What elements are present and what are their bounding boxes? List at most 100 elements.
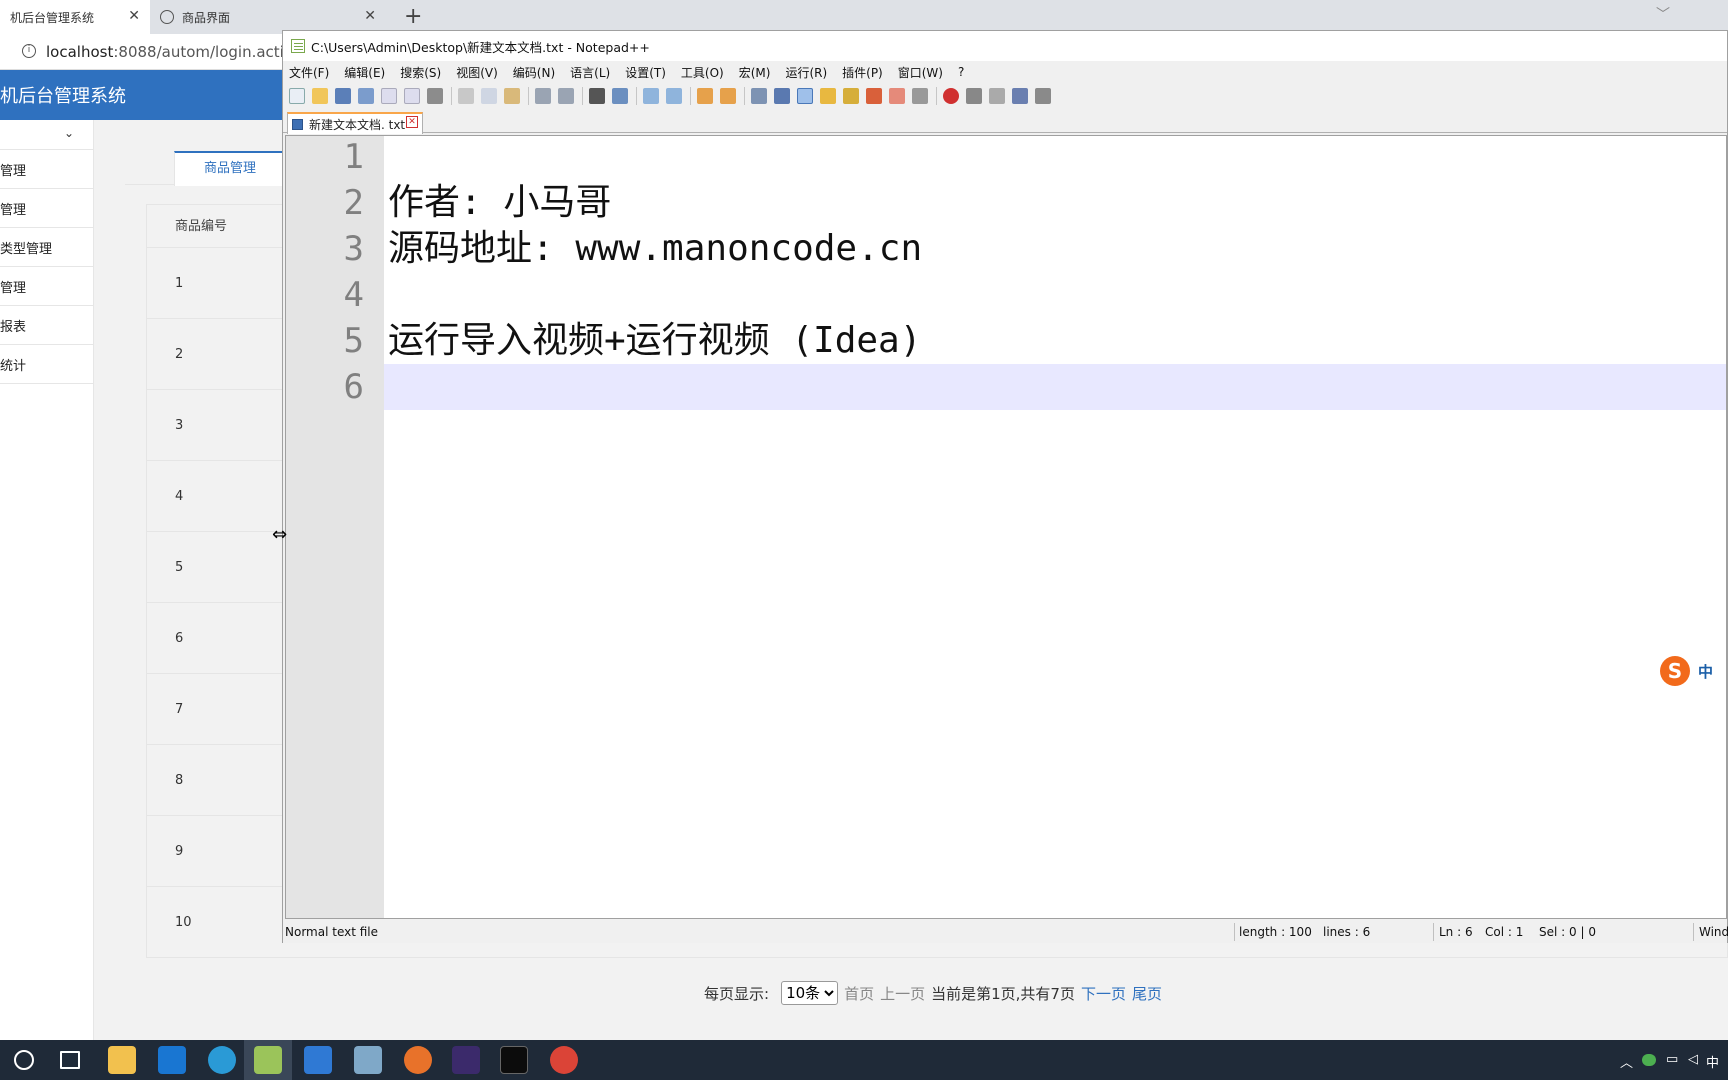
language-indicator[interactable]: 中 <box>1706 1052 1719 1071</box>
browser-tab-admin[interactable]: 机后台管理系统 ✕ <box>0 0 150 34</box>
close-all-icon[interactable] <box>404 88 420 104</box>
wechat-icon[interactable] <box>1642 1054 1656 1066</box>
sidebar-item[interactable]: 管理 <box>0 189 93 228</box>
zoom-in-icon[interactable] <box>643 88 659 104</box>
network-icon[interactable]: ▭ <box>1666 1052 1678 1067</box>
code-line[interactable]: 源码地址: www.manoncode.cn <box>388 226 922 272</box>
first-page-link[interactable]: 首页 <box>844 983 874 1004</box>
document-tab[interactable]: 新建文本文档. txt ✕ <box>287 112 423 134</box>
chrome-icon[interactable] <box>550 1046 578 1074</box>
show-all-chars-icon[interactable] <box>774 88 790 104</box>
sync-horizontal-icon[interactable] <box>720 88 736 104</box>
menu-view[interactable]: 视图(V) <box>456 64 498 81</box>
record-macro-icon[interactable] <box>943 88 959 104</box>
menu-help[interactable]: ? <box>958 65 964 79</box>
browser-tab-products[interactable]: 商品界面 ✕ <box>150 0 386 34</box>
intellij-idea-icon[interactable] <box>452 1046 480 1074</box>
menu-window[interactable]: 窗口(W) <box>898 64 943 81</box>
close-file-icon[interactable] <box>381 88 397 104</box>
close-icon[interactable]: ✕ <box>128 8 140 24</box>
editor-area[interactable]: 1 2 3 4 5 6 作者: 小马哥 源码地址: www.manoncode.… <box>285 135 1727 919</box>
editor-app-icon[interactable] <box>354 1046 382 1074</box>
task-view-icon[interactable] <box>60 1051 80 1069</box>
ime-indicator[interactable]: S 中 <box>1660 655 1728 687</box>
cut-icon[interactable] <box>458 88 474 104</box>
redo-icon[interactable] <box>558 88 574 104</box>
sidebar-item[interactable]: 管理 <box>0 150 93 189</box>
folder-as-workspace-icon[interactable] <box>889 88 905 104</box>
url-text[interactable]: localhost:8088/autom/login.action <box>46 43 303 61</box>
menu-macro[interactable]: 宏(M) <box>739 64 771 81</box>
save-all-icon[interactable] <box>358 88 374 104</box>
sidebar-toggle[interactable]: ⌄ <box>0 120 93 150</box>
menu-settings[interactable]: 设置(T) <box>625 64 666 81</box>
run-macro-multiple-icon[interactable] <box>1012 88 1028 104</box>
app-sidebar: ⌄ 管理 管理 类型管理 管理 报表 统计 <box>0 120 94 1040</box>
menu-plugins[interactable]: 插件(P) <box>842 64 883 81</box>
sidebar-item[interactable]: 管理 <box>0 267 93 306</box>
prev-page-link[interactable]: 上一页 <box>880 983 925 1004</box>
mail-icon[interactable] <box>158 1046 186 1074</box>
last-page-link[interactable]: 尾页 <box>1132 983 1162 1004</box>
sidebar-item[interactable]: 报表 <box>0 306 93 345</box>
undo-icon[interactable] <box>535 88 551 104</box>
code-line[interactable]: 作者: 小马哥 <box>388 180 611 226</box>
next-page-link[interactable]: 下一页 <box>1081 983 1126 1004</box>
monitoring-icon[interactable] <box>912 88 928 104</box>
browser-tab-label: 商品界面 <box>182 10 231 25</box>
menu-edit[interactable]: 编辑(E) <box>344 64 385 81</box>
terminal-icon[interactable] <box>500 1046 528 1074</box>
save-icon[interactable] <box>335 88 351 104</box>
save-macro-icon[interactable] <box>1035 88 1051 104</box>
document-map-icon[interactable] <box>843 88 859 104</box>
line-number: 4 <box>343 275 364 315</box>
toolbar-separator <box>528 87 529 105</box>
info-icon[interactable]: i <box>22 44 36 58</box>
paste-icon[interactable] <box>504 88 520 104</box>
new-file-icon[interactable] <box>289 88 305 104</box>
menu-file[interactable]: 文件(F) <box>289 64 329 81</box>
replace-icon[interactable] <box>612 88 628 104</box>
indent-guide-icon[interactable] <box>797 88 813 104</box>
sidebar-item[interactable]: 统计 <box>0 345 93 384</box>
close-icon[interactable]: ✕ <box>406 116 418 128</box>
tab-product-management[interactable]: 商品管理 <box>174 151 286 186</box>
function-list-icon[interactable] <box>866 88 882 104</box>
per-page-select[interactable]: 10条 <box>781 981 839 1005</box>
chevron-up-icon[interactable]: ︿ <box>1620 1052 1633 1071</box>
find-icon[interactable] <box>589 88 605 104</box>
play-macro-icon[interactable] <box>989 88 1005 104</box>
toolbar-separator <box>690 87 691 105</box>
menu-run[interactable]: 运行(R) <box>785 64 827 81</box>
menu-language[interactable]: 语言(L) <box>570 64 610 81</box>
print-icon[interactable] <box>427 88 443 104</box>
notepadpp-icon <box>291 39 305 53</box>
notepadpp-taskbar-icon[interactable] <box>254 1046 282 1074</box>
new-tab-button[interactable]: + <box>404 4 422 29</box>
volume-icon[interactable]: ◁ <box>1688 1052 1698 1067</box>
menu-search[interactable]: 搜索(S) <box>400 64 441 81</box>
file-explorer-icon[interactable] <box>108 1046 136 1074</box>
edge-icon[interactable] <box>208 1046 236 1074</box>
menu-encoding[interactable]: 编码(N) <box>513 64 555 81</box>
chevron-down-icon[interactable]: ﹀ <box>1656 4 1670 24</box>
menu-tools[interactable]: 工具(O) <box>681 64 724 81</box>
zoom-out-icon[interactable] <box>666 88 682 104</box>
line-number: 1 <box>343 137 364 177</box>
sidebar-item[interactable]: 类型管理 <box>0 228 93 267</box>
open-folder-icon[interactable] <box>312 88 328 104</box>
toolbar-separator <box>936 87 937 105</box>
status-selection: Sel : 0 | 0 <box>1539 925 1596 939</box>
close-icon[interactable]: ✕ <box>364 8 376 24</box>
sync-vertical-icon[interactable] <box>697 88 713 104</box>
window-titlebar[interactable]: C:\Users\Admin\Desktop\新建文本文档.txt - Note… <box>283 31 1727 61</box>
word-wrap-icon[interactable] <box>751 88 767 104</box>
code-line[interactable]: 运行导入视频+运行视频 (Idea) <box>388 318 921 364</box>
copy-icon[interactable] <box>481 88 497 104</box>
user-language-icon[interactable] <box>820 88 836 104</box>
firefox-icon[interactable] <box>404 1046 432 1074</box>
ime-mode-label: 中 <box>1698 662 1714 681</box>
search-icon[interactable] <box>14 1050 34 1070</box>
stop-record-icon[interactable] <box>966 88 982 104</box>
wps-writer-icon[interactable] <box>304 1046 332 1074</box>
